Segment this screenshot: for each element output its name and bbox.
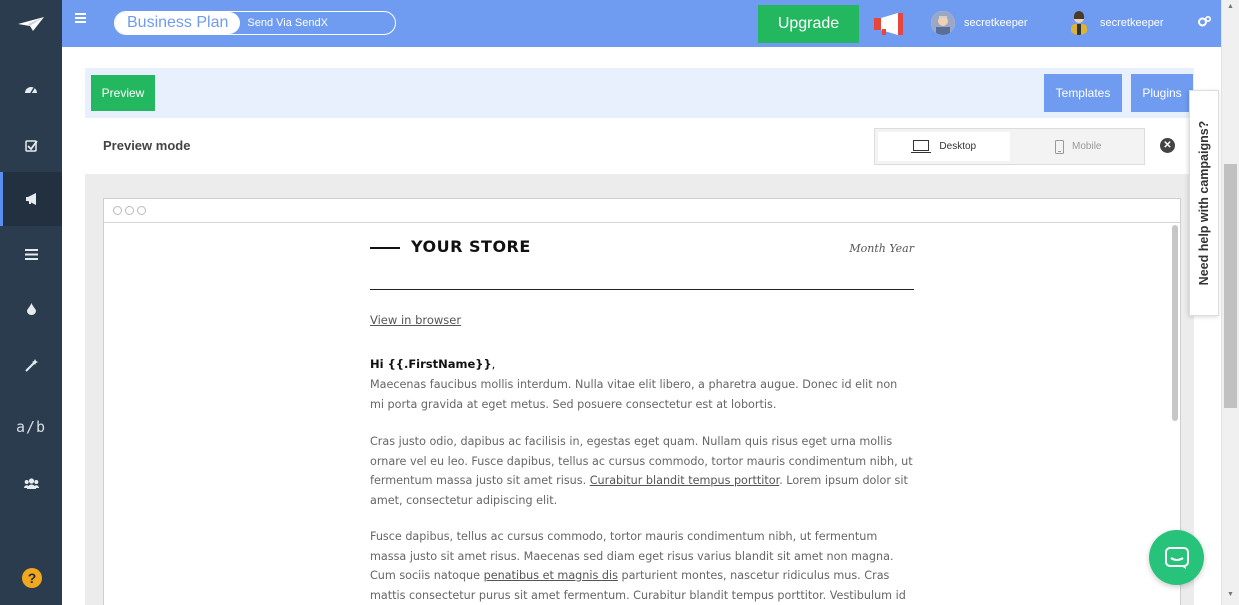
email-preview: YOUR STORE Month Year View in browser Hi… [370, 225, 914, 602]
header-dash [370, 247, 400, 249]
avatar [1067, 11, 1091, 35]
sidebar-item-dashboard[interactable] [0, 62, 62, 116]
scroll-down-icon[interactable]: ▼ [1227, 591, 1234, 598]
hamburger-menu-icon[interactable] [75, 13, 86, 23]
email-header: YOUR STORE Month Year [370, 225, 914, 273]
email-paragraph-3: Fusce dapibus, tellus ac cursus commodo,… [370, 527, 914, 605]
preview-button[interactable]: Preview [91, 75, 155, 111]
paper-plane-icon [18, 16, 44, 31]
list-icon [24, 248, 38, 260]
preview-stage: YOUR STORE Month Year View in browser Hi… [85, 174, 1194, 605]
sidebar-item-lists[interactable] [0, 227, 62, 281]
window-dot-icon [137, 206, 146, 215]
templates-button[interactable]: Templates [1044, 74, 1122, 112]
browser-titlebar [104, 199, 1180, 223]
megaphone-icon [25, 193, 36, 205]
username: secretkeeper [964, 17, 1028, 29]
date-label: Month Year [849, 242, 914, 255]
desktop-label: Desktop [939, 141, 977, 152]
preview-header: Preview mode Desktop Mobile ✕ [85, 122, 1194, 172]
preview-mode-title: Preview mode [103, 138, 191, 153]
settings-gears-icon[interactable] [1198, 15, 1212, 30]
magic-wand-icon [24, 358, 38, 372]
send-via-sendx-link[interactable]: Send Via SendX [240, 17, 328, 29]
scrollbar-thumb[interactable] [1224, 164, 1237, 408]
email-paragraph-1: Maecenas faucibus mollis interdum. Nulla… [370, 378, 898, 411]
mobile-icon [1055, 139, 1065, 154]
desktop-toggle[interactable]: Desktop [878, 132, 1010, 161]
drop-icon [26, 303, 36, 315]
sidebar-item-ab-testing[interactable]: a/b [0, 400, 62, 454]
left-sidebar: a/b ? [0, 0, 62, 605]
checkbox-icon [24, 139, 38, 152]
ab-label: a/b [15, 418, 47, 436]
plan-selector[interactable]: Business Plan Send Via SendX [114, 11, 396, 35]
sidebar-item-tasks[interactable] [0, 118, 62, 172]
sidebar-item-automation[interactable] [0, 338, 62, 392]
editor-toolbar: Preview Templates Plugins [85, 68, 1194, 118]
help-icon[interactable]: ? [22, 568, 42, 588]
mobile-toggle[interactable]: Mobile [1013, 129, 1145, 164]
page-scrollbar[interactable]: ▲ ▼ [1221, 0, 1239, 605]
store-name: YOUR STORE [411, 237, 531, 256]
greeting-text: Hi {{.FirstName}} [370, 357, 492, 371]
preview-scrollbar[interactable] [1172, 225, 1178, 421]
top-bar: Business Plan Send Via SendX Upgrade sec… [62, 0, 1239, 47]
users-icon [23, 477, 39, 489]
logo[interactable] [0, 0, 62, 47]
sidebar-item-campaigns[interactable] [0, 172, 62, 226]
mobile-label: Mobile [1072, 141, 1102, 152]
main-content: Preview Templates Plugins Preview mode D… [62, 47, 1221, 605]
plan-name[interactable]: Business Plan [115, 12, 241, 34]
email-paragraph-2: Cras justo odio, dapibus ac facilisis in… [370, 432, 914, 510]
scroll-up-icon[interactable]: ▲ [1227, 3, 1234, 10]
user-menu-1[interactable]: secretkeeper [931, 11, 1028, 35]
laptop-icon [911, 140, 932, 153]
window-dot-icon [113, 206, 122, 215]
greeting-comma: , [491, 357, 496, 371]
device-toggle: Desktop Mobile [874, 128, 1145, 165]
need-help-tab[interactable]: Need help with campaigns? [1189, 90, 1219, 316]
sidebar-item-drip[interactable] [0, 282, 62, 336]
username: secretkeeper [1100, 17, 1164, 29]
close-preview-icon[interactable]: ✕ [1160, 138, 1175, 153]
window-dot-icon [125, 206, 134, 215]
plugins-button[interactable]: Plugins [1131, 74, 1193, 112]
inline-link[interactable]: Curabitur blandit tempus porttitor [590, 474, 779, 487]
header-divider [370, 289, 914, 290]
dashboard-icon [25, 87, 37, 94]
need-help-label: Need help with campaigns? [1197, 120, 1211, 286]
view-in-browser-link[interactable]: View in browser [370, 313, 461, 327]
chat-launcher-icon[interactable] [1149, 530, 1204, 585]
announcements-icon[interactable] [874, 13, 908, 40]
sidebar-item-team[interactable] [0, 456, 62, 510]
upgrade-button[interactable]: Upgrade [758, 5, 859, 43]
greeting: Hi {{.FirstName}}, [370, 357, 495, 371]
browser-frame: YOUR STORE Month Year View in browser Hi… [103, 198, 1181, 605]
inline-link[interactable]: penatibus et magnis dis [484, 569, 618, 582]
user-menu-2[interactable]: secretkeeper [1067, 11, 1164, 35]
avatar [931, 11, 955, 35]
